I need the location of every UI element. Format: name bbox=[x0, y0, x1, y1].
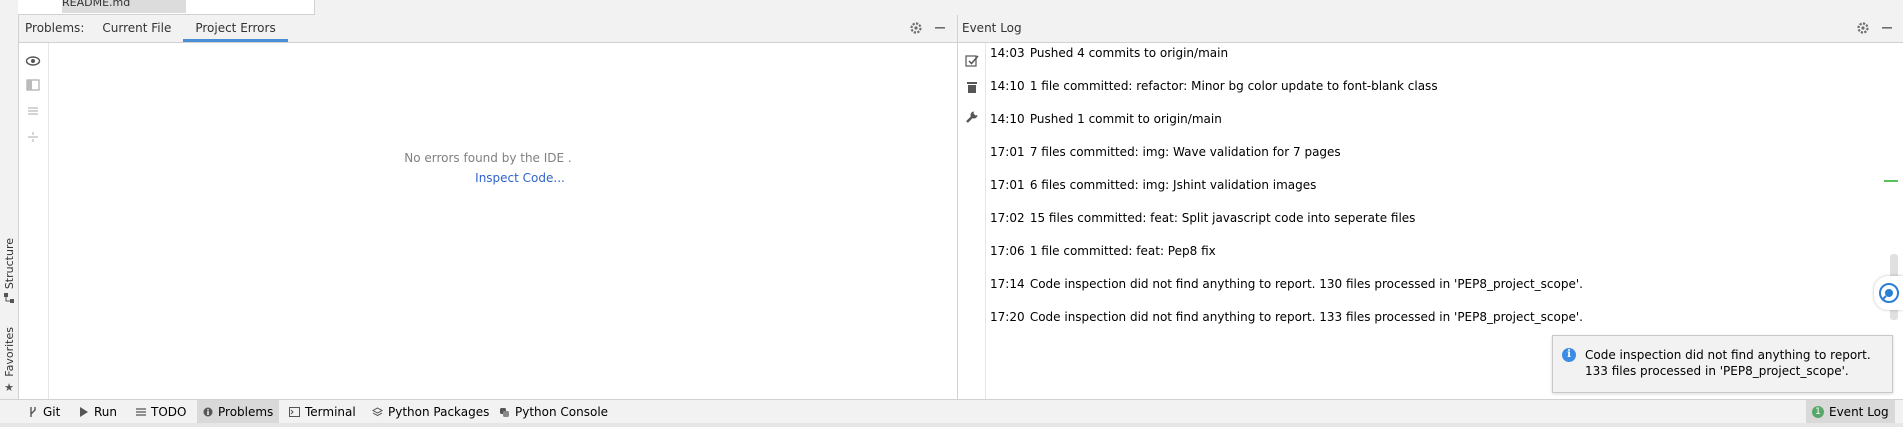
log-entry[interactable]: 17:06 1 file committed: feat: Pep8 fix bbox=[990, 241, 1216, 261]
python-icon bbox=[499, 407, 510, 418]
log-message: Pushed 4 commits to origin/main bbox=[1029, 46, 1229, 60]
bottom-tab-problems[interactable]: Problems bbox=[197, 400, 280, 424]
bottom-tab-label: Event Log bbox=[1829, 405, 1889, 419]
log-message: Code inspection did not find anything to… bbox=[1029, 277, 1583, 291]
log-message: Pushed 1 commit to origin/main bbox=[1029, 112, 1222, 126]
log-time: 17:14 bbox=[990, 277, 1025, 291]
bottom-tab-label: Problems bbox=[218, 405, 274, 419]
event-log-toolbar bbox=[958, 43, 986, 399]
log-message: 15 files committed: feat: Split javascri… bbox=[1029, 211, 1416, 225]
problems-title: Problems: bbox=[25, 21, 85, 35]
bottom-tab-label: Python Console bbox=[515, 405, 609, 419]
log-time: 14:10 bbox=[990, 112, 1025, 126]
info-icon bbox=[203, 407, 213, 417]
event-count-badge: 1 bbox=[1812, 406, 1824, 418]
structure-tab[interactable]: Structure bbox=[0, 238, 18, 304]
wrench-icon[interactable] bbox=[964, 109, 980, 125]
tab-project-errors[interactable]: Project Errors bbox=[183, 15, 288, 42]
notification-line1: Code inspection did not find anything to… bbox=[1585, 348, 1871, 362]
bottom-tab-run[interactable]: Run bbox=[73, 400, 123, 424]
log-message: 1 file committed: feat: Pep8 fix bbox=[1029, 244, 1216, 258]
bottom-tab-python-console[interactable]: Python Console bbox=[493, 400, 614, 424]
info-icon: i bbox=[1562, 348, 1576, 362]
log-entry[interactable]: 17:02 15 files committed: feat: Split ja… bbox=[990, 208, 1415, 228]
bottom-border bbox=[0, 423, 1903, 427]
log-entry[interactable]: 14:10 Pushed 1 commit to origin/main bbox=[990, 109, 1222, 129]
log-time: 17:20 bbox=[990, 310, 1025, 324]
bottom-tab-event-log[interactable]: 1 Event Log bbox=[1806, 400, 1895, 424]
problems-panel: Problems: Current File Project Errors No… bbox=[19, 15, 958, 399]
event-log-title: Event Log bbox=[962, 21, 1022, 35]
log-time: 17:02 bbox=[990, 211, 1025, 225]
bottom-tab-label: Run bbox=[94, 405, 118, 419]
log-time: 17:01 bbox=[990, 145, 1025, 159]
event-settings-gear-icon[interactable] bbox=[1856, 21, 1870, 35]
layers-icon bbox=[372, 406, 383, 418]
bottom-tab-terminal[interactable]: Terminal bbox=[283, 400, 362, 424]
assistant-icon bbox=[1878, 282, 1900, 304]
log-message: Code inspection did not find anything to… bbox=[1029, 310, 1583, 324]
star-icon: ★ bbox=[4, 380, 14, 394]
event-hide-panel-icon[interactable] bbox=[1880, 21, 1894, 35]
bottom-tab-label: Python Packages bbox=[388, 405, 490, 419]
tree-item-label: README.md bbox=[62, 0, 131, 9]
log-entry[interactable]: 17:14 Code inspection did not find anyth… bbox=[990, 274, 1583, 294]
log-message: 1 file committed: refactor: Minor bg col… bbox=[1029, 79, 1438, 93]
log-time: 14:03 bbox=[990, 46, 1025, 60]
bottom-tab-label: Git bbox=[43, 405, 61, 419]
structure-icon bbox=[4, 293, 14, 304]
settings-gear-icon[interactable] bbox=[909, 21, 923, 35]
bottom-tab-label: TODO bbox=[151, 405, 187, 419]
log-entry[interactable]: 17:01 7 files committed: img: Wave valid… bbox=[990, 142, 1341, 162]
terminal-icon bbox=[289, 407, 300, 417]
notification-line2: 133 files processed in 'PEP8_project_sco… bbox=[1585, 364, 1849, 378]
log-time: 14:10 bbox=[990, 79, 1025, 93]
bottom-tab-label: Terminal bbox=[305, 405, 356, 419]
no-errors-message: No errors found by the IDE . bbox=[404, 151, 572, 165]
notification-balloon[interactable]: i Code inspection did not find anything … bbox=[1552, 335, 1893, 393]
inspect-code-link[interactable]: Inspect Code... bbox=[19, 171, 1021, 185]
scroll-marker bbox=[1884, 180, 1898, 182]
expand-all-icon[interactable] bbox=[25, 103, 41, 119]
log-entry[interactable]: 14:03 Pushed 4 commits to origin/main bbox=[990, 43, 1228, 63]
list-icon bbox=[136, 407, 146, 417]
log-entry[interactable]: 14:10 1 file committed: refactor: Minor … bbox=[990, 76, 1438, 96]
preview-icon[interactable] bbox=[25, 77, 41, 93]
event-log-header: Event Log bbox=[958, 15, 1903, 43]
log-message: 7 files committed: img: Wave validation … bbox=[1029, 145, 1341, 159]
run-icon bbox=[79, 406, 89, 418]
hide-panel-icon[interactable] bbox=[933, 21, 947, 35]
log-time: 17:01 bbox=[990, 178, 1025, 192]
bottom-tool-bar: Git Run TODO Problems Terminal Python Pa… bbox=[0, 399, 1903, 424]
favorites-tab[interactable]: Favorites ★ bbox=[0, 327, 18, 394]
bottom-tab-todo[interactable]: TODO bbox=[130, 400, 192, 424]
log-time: 17:06 bbox=[990, 244, 1025, 258]
trash-icon[interactable] bbox=[964, 79, 980, 95]
project-tree-item[interactable]: README.md bbox=[62, 0, 186, 13]
eye-icon[interactable] bbox=[25, 53, 41, 69]
assistant-button[interactable] bbox=[1874, 276, 1903, 310]
problems-header: Problems: Current File Project Errors bbox=[19, 15, 957, 43]
bottom-tab-git[interactable]: Git bbox=[22, 400, 66, 424]
favorites-tab-label: Favorites bbox=[2, 327, 16, 377]
structure-tab-label: Structure bbox=[2, 238, 16, 290]
mark-all-read-icon[interactable] bbox=[964, 53, 980, 69]
log-message: 6 files committed: img: Jshint validatio… bbox=[1029, 178, 1317, 192]
log-entry[interactable]: 17:20 Code inspection did not find anyth… bbox=[990, 307, 1583, 327]
problems-toolbar bbox=[19, 43, 49, 399]
git-branch-icon bbox=[28, 406, 38, 418]
collapse-all-icon[interactable] bbox=[25, 129, 41, 145]
log-entry[interactable]: 17:01 6 files committed: img: Jshint val… bbox=[990, 175, 1316, 195]
bottom-tab-python-packages[interactable]: Python Packages bbox=[366, 400, 495, 424]
tab-current-file[interactable]: Current File bbox=[90, 15, 183, 42]
